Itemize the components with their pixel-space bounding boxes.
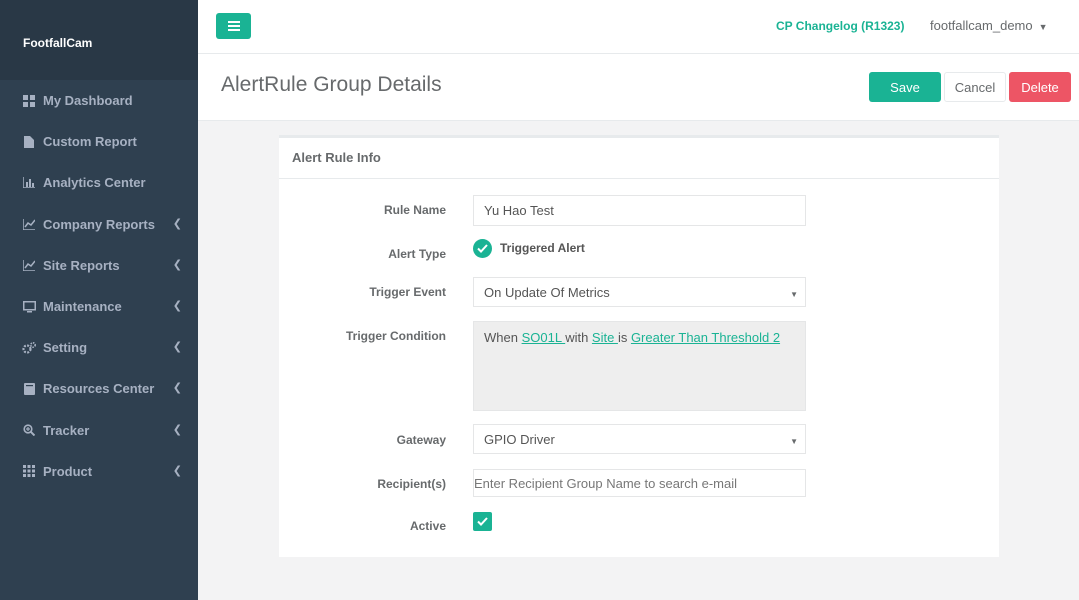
sidebar-item-label: Tracker	[43, 422, 90, 438]
alert-type-radio[interactable]	[473, 239, 492, 258]
sidebar-item-label: Analytics Center	[43, 175, 146, 191]
monitor-icon	[22, 300, 36, 314]
trigger-condition-box: When SO01L with Site is Greater Than Thr…	[473, 321, 806, 411]
page-title: AlertRule Group Details	[221, 73, 442, 96]
sidebar-item-label: Setting	[43, 340, 88, 356]
recipients-label: Recipient(s)	[377, 477, 446, 491]
bar-chart-icon	[22, 176, 36, 190]
caret-down-icon: ▼	[1038, 22, 1048, 32]
sidebar-item-label: Resources Center	[43, 381, 155, 397]
rule-name-input[interactable]: Yu Hao Test	[473, 195, 806, 226]
user-menu[interactable]: footfallcam_demo ▼	[930, 18, 1048, 33]
line-chart-icon	[22, 258, 36, 272]
file-icon	[22, 135, 36, 149]
alert-type-value: Triggered Alert	[500, 241, 585, 255]
chevron-left-icon: ❮	[172, 464, 182, 477]
checkmark-icon	[477, 517, 488, 526]
alert-type-label: Alert Type	[388, 247, 446, 261]
sidebar-item-tracker[interactable]: Tracker ❮	[0, 410, 198, 451]
condition-link-metric[interactable]: SO01L	[522, 330, 566, 345]
chevron-left-icon: ❮	[172, 423, 182, 436]
gateway-label: Gateway	[396, 433, 446, 447]
checkmark-icon	[477, 244, 488, 253]
brand-logo[interactable]: FootfallCam	[0, 0, 198, 80]
sidebar-item-label: Custom Report	[43, 134, 137, 150]
caret-down-icon: ▼	[790, 290, 798, 299]
sidebar-item-label: Product	[43, 463, 93, 479]
sidebar-item-resources-center[interactable]: Resources Center ❮	[0, 368, 198, 409]
line-chart-icon	[22, 217, 36, 231]
gateway-value: GPIO Driver	[484, 431, 555, 447]
sidebar-item-label: Company Reports	[43, 216, 155, 232]
search-plus-icon	[22, 423, 36, 437]
page-heading: AlertRule Group Details Save Cancel Dele…	[198, 54, 1079, 121]
sidebar-item-my-dashboard[interactable]: My Dashboard	[0, 80, 198, 121]
chevron-left-icon: ❮	[172, 299, 182, 312]
grid-icon	[22, 464, 36, 478]
cancel-button[interactable]: Cancel	[944, 72, 1006, 102]
delete-button[interactable]: Delete	[1009, 72, 1071, 102]
sidebar-item-custom-report[interactable]: Custom Report	[0, 121, 198, 162]
trigger-event-label: Trigger Event	[369, 285, 446, 299]
recipients-input[interactable]: Enter Recipient Group Name to search e-m…	[473, 469, 806, 497]
sidebar-item-setting[interactable]: Setting ❮	[0, 327, 198, 368]
condition-link-threshold[interactable]: Greater Than Threshold 2	[631, 330, 780, 345]
chevron-left-icon: ❮	[172, 341, 182, 354]
condition-link-site[interactable]: Site	[592, 330, 618, 345]
sidebar-item-maintenance[interactable]: Maintenance ❮	[0, 286, 198, 327]
gateway-select[interactable]: GPIO Driver ▼	[473, 424, 806, 454]
active-checkbox[interactable]	[473, 512, 492, 531]
top-navbar: CP Changelog (R1323) footfallcam_demo ▼	[198, 0, 1079, 54]
rule-name-label: Rule Name	[383, 203, 446, 217]
sidebar: FootfallCam My Dashboard Custom Report A…	[0, 0, 198, 600]
active-label: Active	[409, 519, 446, 533]
sidebar-item-analytics-center[interactable]: Analytics Center	[0, 162, 198, 203]
chevron-left-icon: ❮	[172, 382, 182, 395]
save-button[interactable]: Save	[869, 72, 941, 102]
sidebar-item-product[interactable]: Product ❮	[0, 451, 198, 492]
changelog-link[interactable]: CP Changelog (R1323)	[776, 19, 904, 33]
alert-rule-panel: Alert Rule Info Rule Name Yu Hao Test Al…	[279, 135, 999, 557]
caret-down-icon: ▼	[790, 437, 798, 446]
condition-text: When SO01L with Site is Greater Than Thr…	[484, 330, 781, 345]
sidebar-item-label: My Dashboard	[43, 93, 133, 109]
sidebar-item-site-reports[interactable]: Site Reports ❮	[0, 245, 198, 286]
chevron-left-icon: ❮	[172, 258, 182, 271]
hamburger-icon	[227, 19, 240, 34]
trigger-event-select[interactable]: On Update Of Metrics ▼	[473, 277, 806, 307]
recipients-placeholder: Enter Recipient Group Name to search e-m…	[474, 475, 738, 491]
panel-title: Alert Rule Info	[279, 138, 999, 179]
trigger-event-value: On Update Of Metrics	[484, 284, 610, 300]
menu-toggle-button[interactable]	[216, 13, 251, 39]
trigger-condition-label: Trigger Condition	[346, 329, 446, 343]
book-icon	[22, 382, 36, 396]
gears-icon	[22, 341, 36, 355]
chevron-left-icon: ❮	[172, 217, 182, 230]
sidebar-item-company-reports[interactable]: Company Reports ❮	[0, 204, 198, 245]
dashboard-grid-icon	[22, 94, 36, 108]
sidebar-item-label: Site Reports	[43, 257, 120, 273]
sidebar-item-label: Maintenance	[43, 299, 122, 315]
username: footfallcam_demo	[930, 18, 1033, 33]
